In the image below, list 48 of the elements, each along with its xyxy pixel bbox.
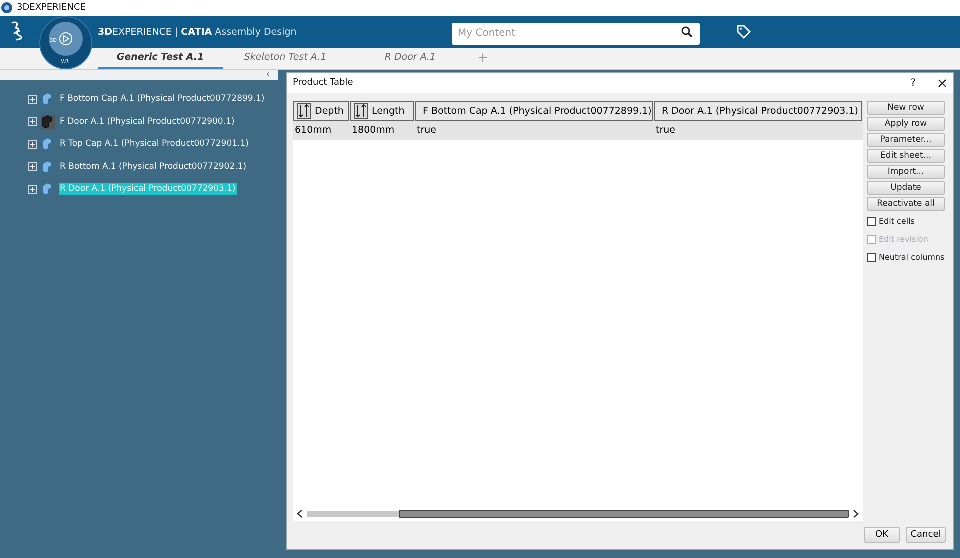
action-button[interactable]: Edit sheet... bbox=[867, 149, 945, 163]
scroll-right-icon[interactable] bbox=[853, 510, 859, 518]
tree-item[interactable]: R Bottom A.1 (Physical Product00772902.1) bbox=[59, 160, 248, 173]
app-title: 3DEXPERIENCE | CATIA Assembly Design bbox=[98, 26, 297, 38]
window-title: 3DEXPERIENCE bbox=[17, 3, 86, 13]
action-button[interactable]: New row bbox=[867, 101, 945, 115]
column-header[interactable]: Length bbox=[350, 101, 414, 121]
part-icon bbox=[41, 182, 55, 196]
collapse-button[interactable]: ‹ bbox=[266, 70, 270, 80]
app-logo-icon bbox=[1, 2, 13, 14]
tree-item[interactable]: F Bottom Cap A.1 (Physical Product00772899.1) bbox=[59, 93, 266, 106]
expand-toggle-icon[interactable] bbox=[28, 184, 37, 194]
tag-icon[interactable] bbox=[736, 24, 752, 40]
action-button[interactable]: Import... bbox=[867, 165, 945, 179]
option-checkbox[interactable]: Edit cells bbox=[867, 214, 945, 229]
scroll-left-icon[interactable] bbox=[297, 510, 303, 518]
parameter-icon bbox=[354, 103, 368, 119]
expand-toggle-icon[interactable] bbox=[28, 162, 37, 172]
expand-toggle-icon[interactable] bbox=[28, 140, 37, 149]
search-icon[interactable] bbox=[681, 26, 693, 38]
dialog-title: Product Table bbox=[293, 78, 354, 88]
checkbox[interactable] bbox=[867, 217, 876, 226]
scrollbar-thumb[interactable] bbox=[399, 510, 849, 518]
column-header[interactable]: R Door A.1 (Physical Product00772903.1) bbox=[654, 101, 862, 121]
tree-item[interactable]: F Door A.1 (Physical Product00772900.1) bbox=[59, 116, 236, 128]
tree-item[interactable]: R Top Cap A.1 (Physical Product00772901.1) bbox=[59, 138, 250, 150]
close-icon[interactable] bbox=[938, 78, 947, 88]
action-button[interactable]: Apply row bbox=[867, 117, 945, 131]
part-icon bbox=[41, 137, 55, 152]
part-icon bbox=[41, 92, 55, 106]
action-button[interactable]: Update bbox=[867, 181, 945, 195]
help-button[interactable]: ? bbox=[910, 78, 916, 88]
search-field[interactable]: My Content bbox=[452, 22, 700, 44]
document-tab[interactable]: Skeleton Test A.1 bbox=[223, 48, 348, 69]
document-tab[interactable]: R Door A.1 bbox=[348, 48, 473, 69]
option-checkbox[interactable]: Neutral columns bbox=[867, 250, 945, 265]
part-icon bbox=[41, 160, 55, 174]
dark-part-icon bbox=[41, 114, 55, 129]
column-header[interactable]: Depth bbox=[293, 101, 349, 121]
expand-toggle-icon[interactable] bbox=[28, 117, 37, 126]
expand-toggle-icon[interactable] bbox=[28, 94, 37, 104]
column-header[interactable]: F Bottom Cap A.1 (Physical Product00772899.1) bbox=[415, 101, 653, 121]
checkbox[interactable] bbox=[867, 253, 876, 262]
dialog-button[interactable]: Cancel bbox=[906, 527, 946, 543]
action-button[interactable]: Reactivate all bbox=[867, 197, 945, 211]
dialog-button[interactable]: OK bbox=[864, 527, 900, 543]
action-button[interactable]: Parameter... bbox=[867, 133, 945, 147]
parameter-icon bbox=[297, 103, 311, 119]
